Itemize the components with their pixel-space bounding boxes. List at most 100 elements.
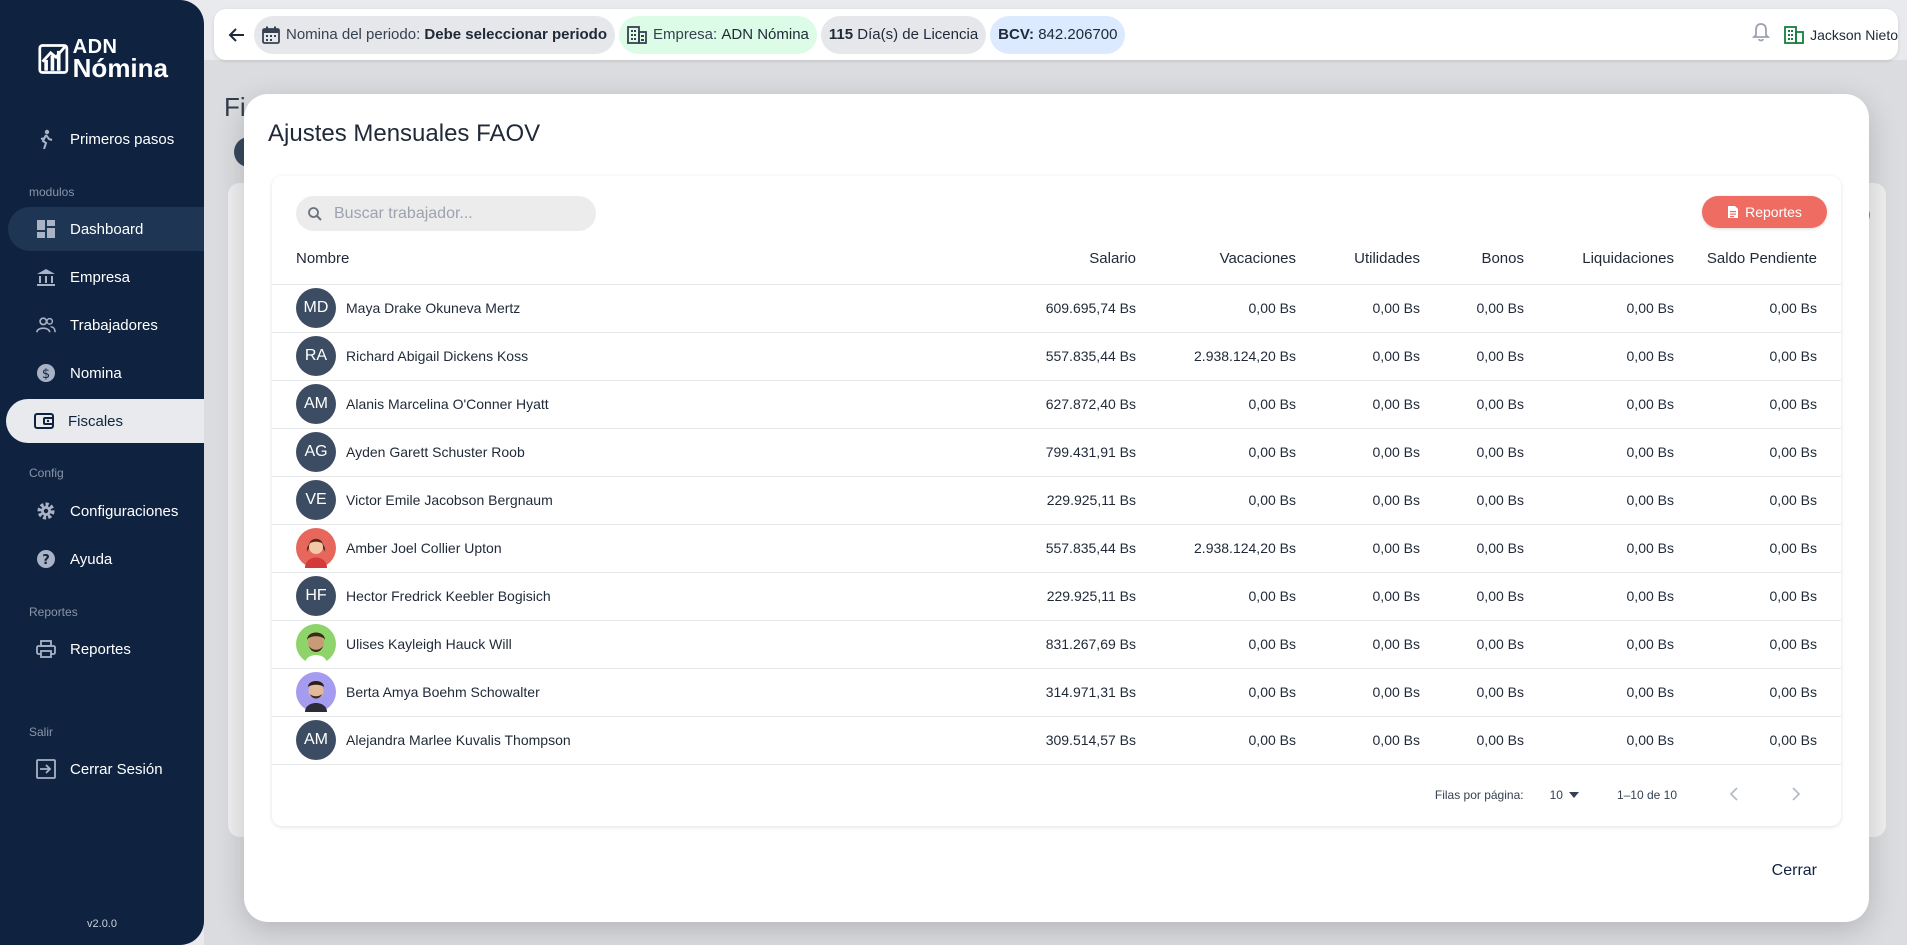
logo-text-bottom: Nómina — [72, 53, 168, 83]
column-header-nombre[interactable]: Nombre — [272, 234, 976, 285]
cell-bonos: 0,00 Bs — [1420, 572, 1524, 621]
user-menu[interactable]: Jackson Nieto — [1784, 25, 1898, 44]
avatar — [296, 528, 336, 568]
avatar-initials: HF — [305, 587, 327, 604]
table-row[interactable]: RA Richard Abigail Dickens Koss 557.835,44… — [272, 332, 1841, 381]
avatar: RA — [296, 336, 336, 376]
table-row[interactable]: Amber Joel Collier Upton 557.835,44 Bs 2.9… — [272, 524, 1841, 573]
person: Amber Joel Collier Upton — [296, 528, 976, 568]
person: Berta Amya Boehm Schowalter — [296, 672, 976, 712]
sidebar-item-label: Empresa — [70, 268, 131, 286]
bank-icon — [36, 267, 56, 287]
table-row[interactable]: AM Alanis Marcelina O'Conner Hyatt 627.872… — [272, 380, 1841, 429]
cell-liquidaciones: 0,00 Bs — [1524, 428, 1674, 477]
cell-utilidades: 0,00 Bs — [1296, 524, 1420, 573]
workers-table: Nombre Salario Vacaciones Utilidades Bon… — [272, 234, 1841, 765]
sidebar-item-label: Trabajadores — [70, 316, 158, 334]
cell-saldo-pendiente: 0,00 Bs — [1674, 572, 1841, 621]
period-chip[interactable]: Nomina del periodo: Debe seleccionar per… — [254, 15, 615, 54]
section-label-config: Config — [29, 466, 64, 480]
rows-per-page-select[interactable]: 10 — [1550, 788, 1579, 802]
sidebar-item-ayuda[interactable]: ? Ayuda — [8, 537, 204, 581]
sidebar-item-trabajadores[interactable]: Trabajadores — [8, 303, 204, 347]
avatar-initials: AG — [304, 443, 328, 460]
column-header-saldo-pendiente[interactable]: Saldo Pendiente — [1674, 234, 1841, 285]
column-header-liquidaciones[interactable]: Liquidaciones — [1524, 234, 1674, 285]
table-row[interactable]: AM Alejandra Marlee Kuvalis Thompson 309.5… — [272, 716, 1841, 765]
search-box[interactable] — [296, 196, 596, 231]
person: MD Maya Drake Okuneva Mertz — [296, 288, 976, 328]
table-row[interactable]: AG Ayden Garett Schuster Roob 799.431,91 B… — [272, 428, 1841, 477]
cell-salario: 229.925,11 Bs — [976, 476, 1136, 525]
cell-bonos: 0,00 Bs — [1420, 332, 1524, 381]
printer-icon — [36, 639, 56, 659]
sidebar-item-fiscales[interactable]: Fiscales — [6, 399, 204, 443]
avatar — [296, 672, 336, 712]
cell-saldo-pendiente: 0,00 Bs — [1674, 524, 1841, 573]
sidebar-item-label: Fiscales — [68, 412, 124, 430]
column-header-utilidades[interactable]: Utilidades — [1296, 234, 1420, 285]
cell-liquidaciones: 0,00 Bs — [1524, 572, 1674, 621]
column-header-vacaciones[interactable]: Vacaciones — [1136, 234, 1296, 285]
cell-utilidades: 0,00 Bs — [1296, 380, 1420, 429]
table-row[interactable]: HF Hector Fredrick Keebler Bogisich 229.92… — [272, 572, 1841, 621]
cell-salario: 557.835,44 Bs — [976, 332, 1136, 381]
period-value: Debe seleccionar periodo — [424, 26, 607, 43]
worker-name: Alejandra Marlee Kuvalis Thompson — [346, 732, 571, 748]
company-chip[interactable]: Empresa: ADN Nómina — [619, 15, 817, 54]
company-value: ADN Nómina — [721, 26, 809, 43]
cell-saldo-pendiente: 0,00 Bs — [1674, 284, 1841, 333]
gear-icon — [36, 501, 56, 521]
worker-name: Amber Joel Collier Upton — [346, 540, 502, 556]
user-building-icon — [1784, 25, 1804, 44]
worker-name: Hector Fredrick Keebler Bogisich — [346, 588, 551, 604]
cell-nombre: HF Hector Fredrick Keebler Bogisich — [272, 572, 976, 621]
cell-liquidaciones: 0,00 Bs — [1524, 620, 1674, 669]
avatar: HF — [296, 576, 336, 616]
search-input[interactable] — [334, 204, 574, 223]
back-arrow-icon[interactable] — [220, 18, 254, 52]
bcv-value: 842.206700 — [1038, 26, 1118, 43]
faov-adjustments-modal: Ajustes Mensuales FAOV Reportes Nombre S… — [244, 94, 1869, 922]
license-text: Día(s) de Licencia — [857, 26, 979, 43]
column-header-bonos[interactable]: Bonos — [1420, 234, 1524, 285]
sidebar-item-dashboard[interactable]: Dashboard — [8, 207, 204, 251]
app-logo[interactable]: ADN Nómina — [38, 37, 168, 83]
table-row[interactable]: MD Maya Drake Okuneva Mertz 609.695,74 Bs 0… — [272, 284, 1841, 333]
modal-title: Ajustes Mensuales FAOV — [268, 120, 541, 147]
section-label-salir: Salir — [29, 725, 54, 739]
avatar: AM — [296, 384, 336, 424]
sidebar-item-label: Ayuda — [70, 550, 113, 568]
cell-nombre: Berta Amya Boehm Schowalter — [272, 668, 976, 717]
reports-button[interactable]: Reportes — [1702, 196, 1827, 228]
cell-saldo-pendiente: 0,00 Bs — [1674, 332, 1841, 381]
table-row[interactable]: Berta Amya Boehm Schowalter 314.971,31 Bs… — [272, 668, 1841, 717]
bell-icon[interactable] — [1751, 22, 1771, 48]
sidebar-item-primeros-pasos[interactable]: Primeros pasos — [8, 117, 204, 161]
close-button[interactable]: Cerrar — [1772, 862, 1817, 880]
table-row[interactable]: VE Victor Emile Jacobson Bergnaum 229.925,… — [272, 476, 1841, 525]
table-row[interactable]: Ulises Kayleigh Hauck Will 831.267,69 Bs 0… — [272, 620, 1841, 669]
sidebar-item-empresa[interactable]: Empresa — [8, 255, 204, 299]
sidebar-item-label: Configuraciones — [70, 502, 179, 520]
cell-bonos: 0,00 Bs — [1420, 476, 1524, 525]
cell-utilidades: 0,00 Bs — [1296, 332, 1420, 381]
next-page-icon[interactable] — [1779, 785, 1813, 806]
cell-bonos: 0,00 Bs — [1420, 620, 1524, 669]
column-header-salario[interactable]: Salario — [976, 234, 1136, 285]
sidebar-item-nomina[interactable]: $ Nomina — [8, 351, 204, 395]
sidebar-item-reportes[interactable]: Reportes — [8, 627, 204, 671]
person: HF Hector Fredrick Keebler Bogisich — [296, 576, 976, 616]
table-header-row: Nombre Salario Vacaciones Utilidades Bon… — [272, 234, 1841, 285]
sidebar-item-configuraciones[interactable]: Configuraciones — [8, 489, 204, 533]
cell-nombre: VE Victor Emile Jacobson Bergnaum — [272, 476, 976, 525]
cell-utilidades: 0,00 Bs — [1296, 716, 1420, 765]
prev-page-icon[interactable] — [1717, 785, 1751, 806]
sidebar-item-cerrar-sesion[interactable]: Cerrar Sesión — [8, 747, 204, 791]
cell-utilidades: 0,00 Bs — [1296, 572, 1420, 621]
cell-salario: 831.267,69 Bs — [976, 620, 1136, 669]
worker-name: Ayden Garett Schuster Roob — [346, 444, 525, 460]
bcv-chip[interactable]: BCV: 842.206700 — [990, 15, 1126, 54]
license-chip[interactable]: 115 Día(s) de Licencia — [820, 15, 987, 54]
cell-utilidades: 0,00 Bs — [1296, 668, 1420, 717]
